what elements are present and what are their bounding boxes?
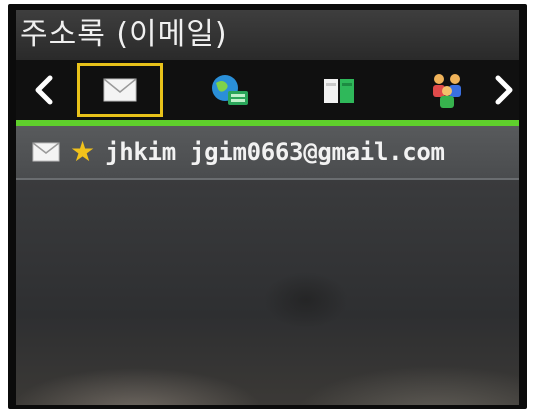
group-icon bbox=[433, 74, 461, 108]
email-icon bbox=[103, 78, 137, 102]
contact-list-item[interactable]: ★ jhkim jgim0663@gmail.com bbox=[16, 126, 519, 180]
page-title: 주소록 (이메일) bbox=[16, 10, 519, 60]
device-frame: 주소록 (이메일) ★ jhkim jgim0663@gmail.com bbox=[8, 4, 527, 409]
tab-fax[interactable] bbox=[187, 63, 273, 117]
next-tab-button[interactable] bbox=[484, 60, 519, 120]
tab-shared-folder[interactable] bbox=[296, 63, 382, 117]
shared-folder-icon bbox=[324, 79, 354, 103]
tab-bar bbox=[16, 60, 519, 120]
fax-globe-icon bbox=[212, 75, 248, 105]
prev-tab-button[interactable] bbox=[24, 60, 64, 120]
screen: 주소록 (이메일) ★ jhkim jgim0663@gmail.com bbox=[16, 10, 519, 405]
contact-entry-text: jhkim jgim0663@gmail.com bbox=[105, 138, 445, 166]
chevron-left-icon bbox=[35, 75, 53, 105]
email-icon bbox=[32, 142, 60, 162]
tab-group[interactable] bbox=[404, 63, 490, 117]
chevron-right-icon bbox=[495, 75, 513, 105]
tab-email[interactable] bbox=[77, 63, 163, 117]
empty-list-area bbox=[16, 180, 519, 405]
favorite-star-icon: ★ bbox=[70, 135, 96, 168]
